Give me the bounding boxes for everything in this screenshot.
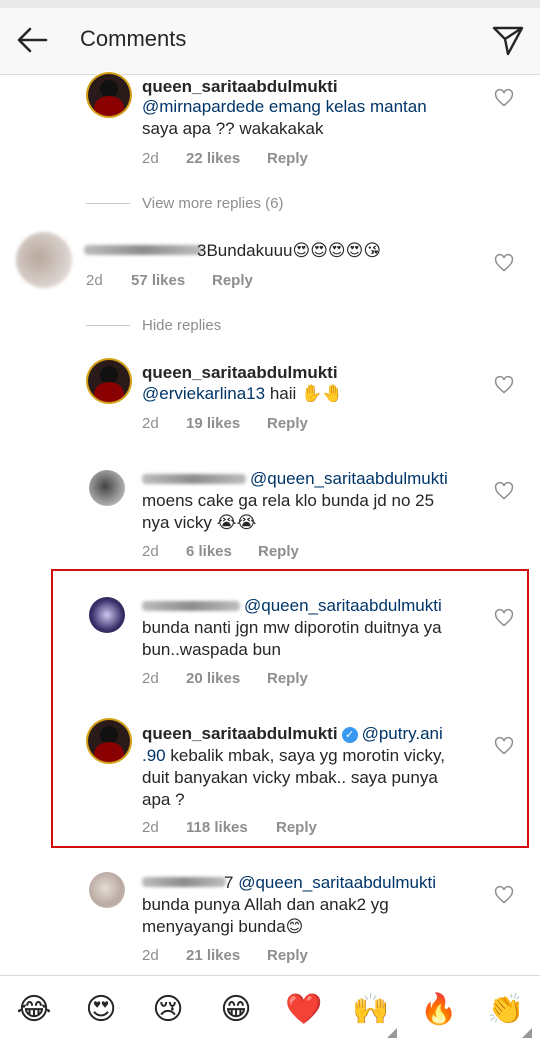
comment-time: 2d [142,543,159,560]
emoji-joy-button[interactable]: 😂 [14,992,54,1028]
comment-header-line: queen_saritaabdulmukti ✓ @putry.ani [142,723,443,745]
likes-count[interactable]: 21 likes [186,947,240,964]
emoji-quick-bar: 😂 😍 😢 😁 ❤️ 🙌 🔥 👏 [0,975,540,1048]
comment-username[interactable]: queen_saritaabdulmukti [142,363,338,383]
view-more-replies[interactable]: View more replies (6) [142,195,283,212]
avatar[interactable] [89,872,125,908]
reply-button[interactable]: Reply [276,819,317,836]
username-suffix: 7 [224,873,234,892]
comment-time: 2d [142,670,159,687]
avatar[interactable] [89,470,125,506]
comment-text-line: saya apa ?? wakakakak [142,119,324,138]
mention-link[interactable]: @putry.ani [362,724,443,743]
back-arrow-icon[interactable] [14,22,50,58]
blurred-username[interactable] [142,877,226,887]
comment-text: @mirnapardede emang kelas mantan [142,96,427,118]
comment-text-line: menyayangi bunda😊 [142,917,304,936]
comment-text: .90 kebalik mbak, saya yg morotin vicky, [142,745,445,767]
app-header: Comments [0,0,540,75]
likes-count[interactable]: 22 likes [186,150,240,167]
heart-icon[interactable] [494,608,514,628]
reply-button[interactable]: Reply [258,543,299,560]
likes-count[interactable]: 57 likes [131,272,185,289]
comment-text: @erviekarlina13 haii ✋🤚 [142,383,343,405]
send-direct-icon[interactable] [490,22,526,58]
emoji-raised-hands-button[interactable]: 🙌 [351,992,391,1028]
emoji-clap-button[interactable]: 👏 [486,992,526,1028]
hide-replies[interactable]: Hide replies [142,317,221,334]
reply-button[interactable]: Reply [267,947,308,964]
comment-username[interactable]: queen_saritaabdulmukti [142,724,338,743]
comment-text-line: bunda punya Allah dan anak2 yg [142,895,389,914]
comment-text-line: bunda nanti jgn mw diporotin duitnya ya [142,618,442,637]
comment-text: 3Bundakuuu😍😍😍😍😘 [197,240,381,262]
comment-time: 2d [142,415,159,432]
verified-badge-icon: ✓ [341,727,358,743]
heart-icon[interactable] [494,375,514,395]
mention-link[interactable]: @queen_saritaabdulmukti [238,873,436,892]
comment-text-line: apa ? [142,790,185,809]
heart-icon[interactable] [494,253,514,273]
divider [86,203,130,204]
heart-icon[interactable] [494,481,514,501]
comment-text-line: nya vicky 😭😭 [142,513,257,532]
mention-link[interactable]: @erviekarlina13 [142,384,265,403]
mention-link[interactable]: @queen_saritaabdulmukti [250,468,448,490]
emoji-red-heart-button[interactable]: ❤️ [284,992,324,1028]
comment-text-body: kebalik mbak, saya yg morotin vicky, [165,746,445,765]
skin-tone-corner-icon [387,1028,397,1038]
emoji-fire-button[interactable]: 🔥 [419,992,459,1028]
comment-text-line: @mirnapardede emang kelas mantan [142,97,427,116]
heart-icon[interactable] [494,736,514,756]
emoji-heart-eyes-button[interactable]: 😍 [81,992,121,1028]
comment-text-line: moens cake ga rela klo bunda jd no 25 [142,491,435,510]
page-title: Comments [80,26,187,51]
comment-meta: 2d [142,150,159,167]
divider [86,325,130,326]
likes-count[interactable]: 19 likes [186,415,240,432]
comment-header-line: 7 @queen_saritaabdulmukti [224,872,436,894]
mention-link-cont[interactable]: .90 [142,746,166,765]
reply-button[interactable]: Reply [267,415,308,432]
comment-time: 2d [86,272,103,289]
comment-time: 2d [142,947,159,964]
comment-text-body: Bundakuuu😍😍😍😍😘 [206,241,382,260]
blurred-username[interactable] [142,601,240,611]
comment-time: 2d [142,819,159,836]
status-strip [0,0,540,8]
likes-count[interactable]: 6 likes [186,543,232,560]
avatar[interactable] [89,597,125,633]
emoji-grin-button[interactable]: 😁 [216,992,256,1028]
likes-count[interactable]: 20 likes [186,670,240,687]
blurred-username[interactable] [142,474,246,484]
reply-button[interactable]: Reply [212,272,253,289]
comment-username[interactable]: queen_saritaabdulmukti [142,77,338,97]
reply-button[interactable]: Reply [267,150,308,167]
reply-button[interactable]: Reply [267,670,308,687]
heart-icon[interactable] [494,885,514,905]
blurred-username[interactable] [84,245,202,255]
avatar[interactable] [88,360,130,402]
mention-link[interactable]: @queen_saritaabdulmukti [244,595,442,617]
comment-text-line: duit banyakan vicky mbak.. saya punya [142,768,438,787]
avatar[interactable] [88,74,130,116]
comment-text-body: haii ✋🤚 [265,384,344,403]
comment-time: 2d [142,150,159,167]
heart-icon[interactable] [494,88,514,108]
avatar[interactable] [16,232,72,288]
likes-count[interactable]: 118 likes [186,819,248,836]
emoji-cry-button[interactable]: 😢 [148,992,188,1028]
skin-tone-corner-icon [522,1028,532,1038]
comment-text-line: bun..waspada bun [142,640,281,659]
avatar[interactable] [88,720,130,762]
